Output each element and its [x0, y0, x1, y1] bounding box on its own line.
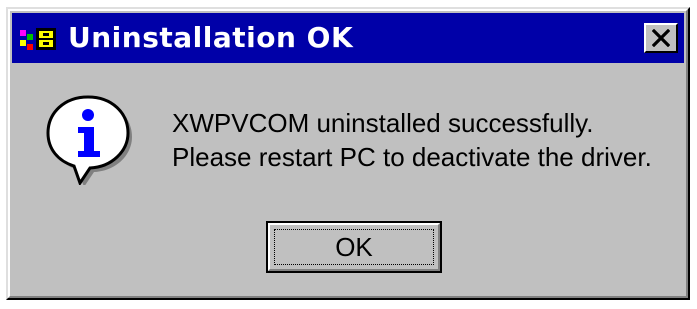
title-bar[interactable]: Uninstallation OK	[12, 13, 684, 63]
message-text: XWPVCOM uninstalled successfully. Please…	[172, 106, 652, 174]
dialog-frame: Uninstallation OK XWPVCOM uninstalled su…	[8, 9, 688, 298]
close-button[interactable]	[644, 23, 678, 53]
ok-button-label: OK	[335, 232, 373, 262]
window-title: Uninstallation OK	[68, 21, 354, 54]
message-line-1: XWPVCOM uninstalled successfully.	[172, 108, 594, 138]
app-icon	[20, 28, 56, 50]
message-line-2: Please restart PC to deactivate the driv…	[172, 142, 652, 172]
dialog-window: Uninstallation OK XWPVCOM uninstalled su…	[6, 7, 690, 300]
info-icon	[46, 95, 132, 185]
close-icon	[652, 29, 670, 47]
ok-button[interactable]: OK	[266, 221, 442, 273]
